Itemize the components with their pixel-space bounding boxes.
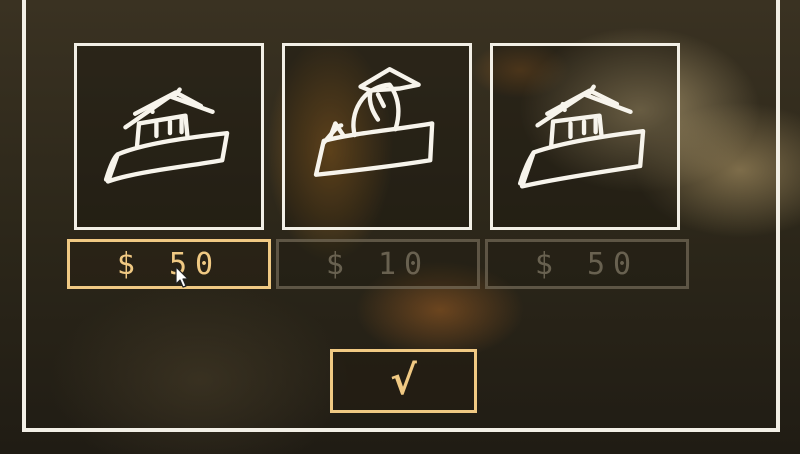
- price-label-2: $ 10: [325, 246, 431, 282]
- confirm-button[interactable]: √: [330, 349, 477, 413]
- price-button-2[interactable]: $ 10: [276, 239, 480, 289]
- price-label-1: $ 50: [116, 246, 222, 282]
- ship-card-3[interactable]: [490, 43, 680, 230]
- checkmark-icon: √: [390, 358, 417, 404]
- ship-card-2[interactable]: [282, 43, 472, 230]
- ship-with-sail-icon: [313, 67, 435, 177]
- game-scene: $ 50 $ 10 $ 50 √: [0, 0, 800, 454]
- price-label-3: $ 50: [534, 246, 640, 282]
- ship-with-house-icon: [517, 84, 646, 189]
- price-button-1[interactable]: $ 50: [67, 239, 271, 289]
- ship-with-house-icon: [103, 87, 230, 184]
- price-button-3[interactable]: $ 50: [485, 239, 689, 289]
- ship-card-1[interactable]: [74, 43, 264, 230]
- mouse-cursor-icon: [175, 266, 189, 288]
